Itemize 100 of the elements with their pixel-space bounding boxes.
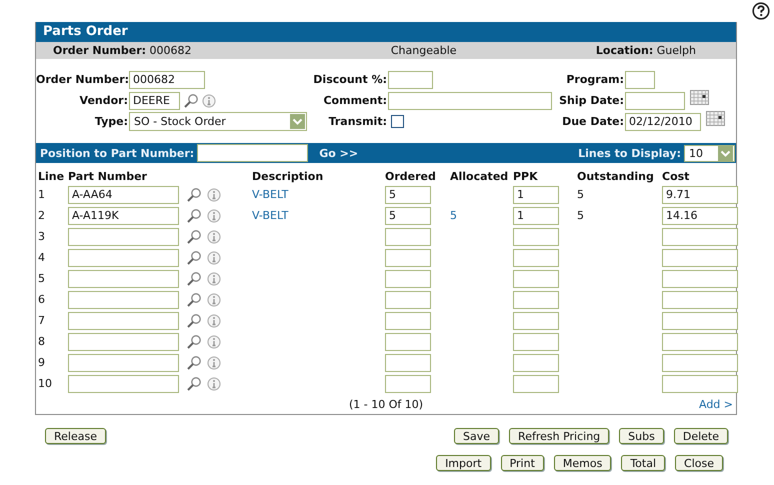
cost-field[interactable] bbox=[662, 332, 738, 350]
part-number-field[interactable] bbox=[68, 270, 179, 288]
vendor-field[interactable]: DEERE bbox=[129, 92, 180, 110]
action-button[interactable]: Refresh Pricing bbox=[509, 428, 610, 444]
search-icon[interactable] bbox=[186, 250, 202, 266]
info-icon[interactable] bbox=[207, 292, 221, 306]
search-icon[interactable] bbox=[186, 186, 202, 202]
search-icon[interactable] bbox=[183, 92, 199, 108]
calendar-icon[interactable] bbox=[706, 111, 725, 126]
help-icon[interactable] bbox=[752, 2, 770, 20]
comment-field[interactable] bbox=[388, 92, 552, 110]
action-button[interactable]: Total bbox=[621, 455, 666, 471]
go-link[interactable]: Go >> bbox=[319, 146, 358, 160]
cost-field[interactable] bbox=[662, 374, 738, 392]
ppk-field[interactable] bbox=[513, 290, 559, 308]
part-number-field[interactable] bbox=[68, 374, 179, 392]
discount-field[interactable] bbox=[388, 70, 433, 88]
ordered-field[interactable] bbox=[385, 248, 431, 266]
order-number-field[interactable]: 000682 bbox=[129, 70, 205, 88]
info-icon[interactable] bbox=[207, 250, 221, 264]
search-icon[interactable] bbox=[186, 228, 202, 244]
line-number: 10 bbox=[38, 377, 53, 390]
cost-field[interactable] bbox=[662, 248, 738, 266]
action-button[interactable]: Save bbox=[454, 428, 500, 444]
cost-field[interactable] bbox=[662, 290, 738, 308]
info-icon[interactable] bbox=[202, 94, 216, 108]
cost-field[interactable] bbox=[662, 228, 738, 246]
info-icon[interactable] bbox=[207, 334, 221, 348]
ordered-field[interactable]: 5 bbox=[385, 206, 431, 224]
transmit-checkbox[interactable] bbox=[391, 115, 404, 128]
column-header: Ordered bbox=[385, 170, 437, 184]
info-icon[interactable] bbox=[207, 230, 221, 244]
part-number-field[interactable] bbox=[68, 332, 179, 350]
search-icon[interactable] bbox=[186, 376, 202, 392]
ship-date-field[interactable] bbox=[625, 92, 685, 110]
ordered-field[interactable] bbox=[385, 290, 431, 308]
info-icon[interactable] bbox=[207, 208, 221, 222]
part-number-field[interactable] bbox=[68, 248, 179, 266]
info-icon[interactable] bbox=[207, 376, 221, 390]
search-icon[interactable] bbox=[186, 270, 202, 286]
search-icon[interactable] bbox=[186, 292, 202, 308]
calendar-icon[interactable] bbox=[690, 90, 709, 105]
action-button[interactable]: Close bbox=[675, 455, 723, 471]
action-button[interactable]: Subs bbox=[619, 428, 664, 444]
cost-field[interactable]: 9.71 bbox=[662, 186, 738, 204]
ppk-field[interactable]: 1 bbox=[513, 186, 559, 204]
status-text: Changeable bbox=[390, 44, 457, 57]
ppk-field[interactable] bbox=[513, 270, 559, 288]
line-number: 6 bbox=[38, 293, 46, 306]
cost-field[interactable] bbox=[662, 312, 738, 330]
ppk-field[interactable] bbox=[513, 312, 559, 330]
part-number-field[interactable]: A-AA64 bbox=[68, 186, 179, 204]
part-number-field[interactable]: A-A119K bbox=[68, 206, 179, 224]
type-dropdown[interactable]: SO - Stock Order bbox=[129, 112, 307, 131]
ordered-field[interactable] bbox=[385, 312, 431, 330]
action-button[interactable]: Memos bbox=[554, 455, 612, 471]
add-link[interactable]: Add > bbox=[698, 398, 733, 410]
search-icon[interactable] bbox=[186, 334, 202, 350]
description-link[interactable]: V-BELT bbox=[252, 188, 288, 201]
description-link[interactable]: V-BELT bbox=[252, 209, 288, 222]
info-icon[interactable] bbox=[207, 314, 221, 328]
action-button[interactable]: Release bbox=[45, 428, 106, 444]
search-icon[interactable] bbox=[186, 354, 202, 370]
ordered-field[interactable] bbox=[385, 332, 431, 350]
cost-field[interactable] bbox=[662, 270, 738, 288]
field-label: Type: bbox=[94, 115, 129, 128]
ppk-field[interactable]: 1 bbox=[513, 206, 559, 224]
field-label: Discount %: bbox=[312, 73, 388, 86]
ppk-field[interactable] bbox=[513, 248, 559, 266]
action-button[interactable]: Import bbox=[436, 455, 491, 471]
ordered-field[interactable]: 5 bbox=[385, 186, 431, 204]
info-icon[interactable] bbox=[207, 356, 221, 370]
ordered-field[interactable] bbox=[385, 374, 431, 392]
line-number: 9 bbox=[38, 356, 46, 369]
lines-dropdown[interactable]: 10 bbox=[684, 144, 735, 162]
ordered-field[interactable] bbox=[385, 270, 431, 288]
action-button[interactable]: Print bbox=[500, 455, 544, 471]
due-date-field[interactable]: 02/12/2010 bbox=[625, 112, 701, 130]
info-icon[interactable] bbox=[207, 188, 221, 202]
part-number-field[interactable] bbox=[68, 354, 179, 372]
column-header: Line bbox=[38, 170, 66, 184]
line-number: 2 bbox=[38, 209, 46, 222]
action-button[interactable]: Delete bbox=[674, 428, 728, 444]
ordered-field[interactable] bbox=[385, 354, 431, 372]
search-icon[interactable] bbox=[186, 208, 202, 224]
program-field[interactable] bbox=[625, 70, 655, 88]
part-number-field[interactable] bbox=[68, 312, 179, 330]
part-number-field[interactable] bbox=[68, 228, 179, 246]
info-icon[interactable] bbox=[207, 272, 221, 286]
ppk-field[interactable] bbox=[513, 332, 559, 350]
ppk-field[interactable] bbox=[513, 354, 559, 372]
ppk-field[interactable] bbox=[513, 374, 559, 392]
part-number-field[interactable] bbox=[68, 290, 179, 308]
cost-field[interactable] bbox=[662, 354, 738, 372]
ppk-field[interactable] bbox=[513, 228, 559, 246]
ordered-field[interactable] bbox=[385, 228, 431, 246]
cost-field[interactable]: 14.16 bbox=[662, 206, 738, 224]
position-field[interactable] bbox=[197, 144, 308, 162]
search-icon[interactable] bbox=[186, 312, 202, 328]
allocated-link[interactable]: 5 bbox=[450, 209, 457, 222]
